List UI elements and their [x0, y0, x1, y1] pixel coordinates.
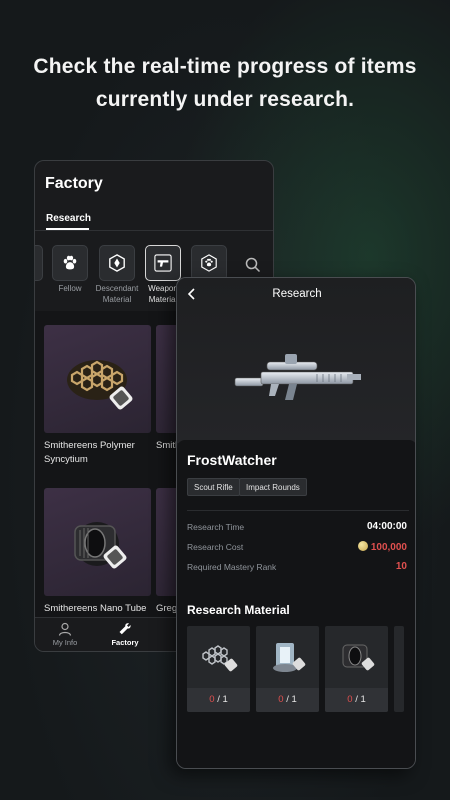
crystal-material-icon	[272, 643, 305, 672]
material-need: / 1	[286, 694, 297, 705]
material-slot[interactable]: 0 / 1	[256, 626, 319, 712]
research-cost-value: 100,000	[370, 542, 407, 553]
material-count: 0 / 1	[187, 688, 250, 712]
tab-research[interactable]: Research	[46, 213, 91, 224]
material-have: 0	[209, 694, 215, 705]
material-have: 0	[278, 694, 284, 705]
headline-line-1: Check the real-time progress of items	[33, 55, 417, 78]
material-slot[interactable]: 0 / 1	[187, 626, 250, 712]
wrench-icon	[119, 623, 131, 635]
divider	[35, 230, 273, 231]
person-icon	[58, 622, 72, 636]
mastery-rank-label: Required Mastery Rank	[187, 562, 277, 572]
item-name: Smithereens Nano Tube	[44, 603, 147, 614]
descendant-icon	[109, 254, 125, 272]
research-cost-value-wrap: 100,000	[357, 541, 407, 553]
search-icon[interactable]	[245, 257, 261, 273]
paw-icon	[63, 255, 77, 270]
nav-my-info[interactable]: My Info	[37, 622, 93, 647]
category-descendant-material[interactable]	[99, 245, 135, 281]
divider	[187, 510, 409, 511]
material-image	[325, 626, 388, 688]
paw-badge-icon	[201, 254, 217, 272]
material-need: / 1	[355, 694, 366, 705]
nano-tube-material-icon	[74, 522, 127, 569]
research-detail-screen: Research FrostWatcher Scout Rifle Impact…	[176, 277, 416, 769]
weapon-preview: Research	[177, 278, 415, 443]
material-slot[interactable]: 0 / 1	[325, 626, 388, 712]
tag-weapon-type: Scout Rifle	[187, 478, 240, 496]
screen-title: Research	[272, 288, 322, 300]
item-name: Smithereens Polymer Syncytium	[44, 440, 135, 465]
nav-label: My Info	[52, 638, 78, 647]
research-cost-label: Research Cost	[187, 542, 244, 552]
headline-line-2: currently under research.	[95, 88, 355, 111]
honeycomb-material-icon	[201, 645, 237, 672]
material-need: / 1	[217, 694, 228, 705]
item-card[interactable]	[44, 488, 151, 596]
coin-icon	[357, 541, 368, 551]
research-info-panel: FrostWatcher Scout Rifle Impact Rounds R…	[177, 440, 415, 768]
material-count: 0 / 1	[256, 688, 319, 712]
weapon-name: FrostWatcher	[187, 452, 277, 468]
honeycomb-material-icon	[67, 360, 133, 410]
research-time-label: Research Time	[187, 522, 245, 532]
material-have: 0	[347, 694, 353, 705]
material-image	[256, 626, 319, 688]
category-partial[interactable]	[35, 245, 43, 281]
category-fellow[interactable]	[52, 245, 88, 281]
nav-factory[interactable]: Factory	[97, 622, 153, 647]
material-count: 0 / 1	[325, 688, 388, 712]
material-slot-partial[interactable]	[394, 626, 404, 712]
rifle-image	[234, 354, 361, 400]
nav-label: Factory	[111, 638, 139, 647]
pistol-icon	[154, 254, 172, 272]
nano-tube-material-icon	[342, 644, 374, 671]
tag-ammo-type: Impact Rounds	[239, 478, 307, 496]
category-other[interactable]	[191, 245, 227, 281]
mastery-rank-value: 10	[395, 561, 407, 572]
research-material-heading: Research Material	[187, 603, 290, 617]
category-weapon-material[interactable]	[145, 245, 181, 281]
material-image	[187, 626, 250, 688]
page-title: Factory	[45, 175, 103, 192]
promo-headline: Check the real-time progress of items cu…	[0, 50, 450, 116]
research-time-value: 04:00:00	[366, 521, 407, 532]
item-card[interactable]	[44, 325, 151, 433]
